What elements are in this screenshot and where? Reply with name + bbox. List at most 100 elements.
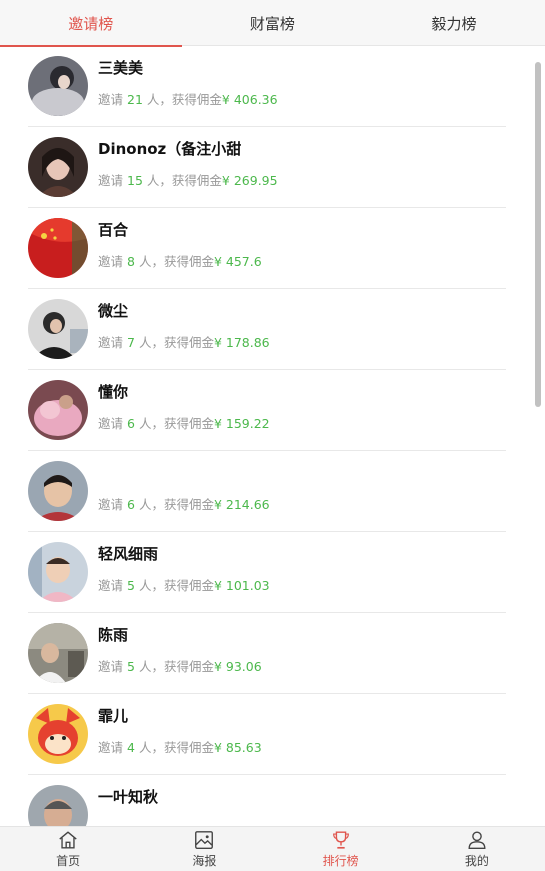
- invite-prefix: 邀请: [98, 416, 124, 431]
- invite-stats: 邀请 5 人，获得佣金¥ 93.06: [98, 656, 262, 675]
- ranking-row[interactable]: 轻风细雨 邀请 5 人，获得佣金¥ 101.03: [28, 532, 506, 613]
- user-photo-avatar: [28, 218, 88, 278]
- people-suffix: 人，获得佣金: [138, 659, 214, 674]
- invite-count: 21: [127, 92, 143, 107]
- user-photo-avatar: [28, 704, 88, 764]
- invite-count: 5: [127, 659, 135, 674]
- invite-prefix: 邀请: [98, 659, 124, 674]
- user-name: 微尘: [98, 302, 129, 320]
- commission-amount: 457.6: [225, 254, 262, 269]
- nav-home-label: 首页: [56, 854, 81, 868]
- invite-stats: 邀请 5 人，获得佣金¥ 101.03: [98, 575, 270, 594]
- invite-count: 6: [127, 416, 135, 431]
- people-suffix: 人，获得佣金: [138, 335, 214, 350]
- commission-amount: 214.66: [225, 497, 270, 512]
- invite-count: 5: [127, 578, 135, 593]
- invite-prefix: 邀请: [98, 497, 124, 512]
- invite-prefix: 邀请: [98, 92, 124, 107]
- currency-symbol: ¥: [213, 659, 222, 674]
- list-scrollbar-thumb[interactable]: [535, 62, 541, 407]
- user-name: 百合: [98, 221, 129, 239]
- commission-amount: 85.63: [225, 740, 262, 755]
- ranking-tabs: 邀请榜 财富榜 毅力榜: [0, 0, 545, 47]
- invite-prefix: 邀请: [98, 335, 124, 350]
- user-name: 霏儿: [98, 707, 129, 725]
- user-photo-avatar: [28, 785, 88, 826]
- ranking-row[interactable]: 微尘 邀请 7 人，获得佣金¥ 178.86: [28, 289, 506, 370]
- invite-prefix: 邀请: [98, 578, 124, 593]
- people-suffix: 人，获得佣金: [146, 92, 222, 107]
- ranking-list[interactable]: 三美美 邀请 21 人，获得佣金¥ 406.36 Dinonoz（备注小甜 邀请…: [0, 46, 545, 826]
- commission-amount: 159.22: [225, 416, 270, 431]
- people-suffix: 人，获得佣金: [138, 416, 214, 431]
- ranking-row[interactable]: 懂你 邀请 6 人，获得佣金¥ 159.22: [28, 370, 506, 451]
- commission-amount: 93.06: [225, 659, 262, 674]
- commission-amount: 178.86: [225, 335, 270, 350]
- currency-symbol: ¥: [221, 173, 230, 188]
- invite-stats: 邀请 7 人，获得佣金¥ 178.86: [98, 332, 270, 351]
- user-name: 一叶知秋: [98, 788, 159, 806]
- invite-count: 4: [127, 740, 135, 755]
- ranking-row[interactable]: 三美美 邀请 21 人，获得佣金¥ 406.36: [28, 46, 506, 127]
- invite-stats: 邀请 6 人，获得佣金¥ 159.22: [98, 413, 270, 432]
- user-photo-avatar: [28, 542, 88, 602]
- invite-stats: 邀请 8 人，获得佣金¥ 457.6: [98, 251, 262, 270]
- people-suffix: 人，获得佣金: [146, 173, 222, 188]
- user-photo-avatar: [28, 299, 88, 359]
- user-photo-avatar: [28, 56, 88, 116]
- user-name: 陈雨: [98, 626, 129, 644]
- invite-count: 15: [127, 173, 143, 188]
- people-suffix: 人，获得佣金: [138, 740, 214, 755]
- trophy-icon: [332, 831, 349, 849]
- tab-wealth-ranking[interactable]: 财富榜: [182, 0, 364, 46]
- commission-amount: 269.95: [233, 173, 278, 188]
- user-photo-avatar: [28, 461, 88, 521]
- commission-amount: 101.03: [225, 578, 270, 593]
- invite-count: 7: [127, 335, 135, 350]
- home-icon: [59, 831, 77, 849]
- ranking-row[interactable]: 陈雨 邀请 5 人，获得佣金¥ 93.06: [28, 613, 506, 694]
- commission-amount: 406.36: [233, 92, 278, 107]
- currency-symbol: ¥: [221, 92, 230, 107]
- person-icon: [468, 831, 486, 849]
- nav-home[interactable]: 首页: [0, 827, 136, 871]
- invite-count: 6: [127, 497, 135, 512]
- invite-prefix: 邀请: [98, 254, 124, 269]
- invite-prefix: 邀请: [98, 173, 124, 188]
- invite-count: 8: [127, 254, 135, 269]
- user-name: 三美美: [98, 59, 144, 77]
- ranking-row[interactable]: Dinonoz（备注小甜 邀请 15 人，获得佣金¥ 269.95: [28, 127, 506, 208]
- user-photo-avatar: [28, 380, 88, 440]
- nav-ranking-label: 排行榜: [322, 854, 359, 868]
- invite-stats: 邀请 21 人，获得佣金¥ 406.36: [98, 89, 278, 108]
- invite-stats: 邀请 15 人，获得佣金¥ 269.95: [98, 170, 278, 189]
- nav-poster[interactable]: 海报: [136, 827, 272, 871]
- tab-invite-ranking[interactable]: 邀请榜: [0, 0, 182, 47]
- user-name: 轻风细雨: [98, 545, 159, 563]
- nav-mine-label: 我的: [464, 854, 489, 868]
- user-name: Dinonoz（备注小甜: [98, 140, 242, 158]
- user-photo-avatar: [28, 623, 88, 683]
- currency-symbol: ¥: [213, 497, 222, 512]
- nav-mine[interactable]: 我的: [409, 827, 545, 871]
- currency-symbol: ¥: [213, 335, 222, 350]
- ranking-row[interactable]: 一叶知秋: [28, 775, 506, 826]
- poster-icon: [195, 831, 214, 849]
- tab-persistence-ranking[interactable]: 毅力榜: [363, 0, 545, 46]
- people-suffix: 人，获得佣金: [138, 254, 214, 269]
- invite-stats: 邀请 4 人，获得佣金¥ 85.63: [98, 737, 262, 756]
- currency-symbol: ¥: [213, 740, 222, 755]
- ranking-row[interactable]: 霏儿 邀请 4 人，获得佣金¥ 85.63: [28, 694, 506, 775]
- people-suffix: 人，获得佣金: [138, 578, 214, 593]
- invite-stats: 邀请 6 人，获得佣金¥ 214.66: [98, 494, 270, 513]
- user-photo-avatar: [28, 137, 88, 197]
- people-suffix: 人，获得佣金: [138, 497, 214, 512]
- currency-symbol: ¥: [213, 254, 222, 269]
- nav-poster-label: 海报: [192, 854, 217, 868]
- ranking-row[interactable]: 邀请 6 人，获得佣金¥ 214.66: [28, 451, 506, 532]
- currency-symbol: ¥: [213, 578, 222, 593]
- nav-ranking[interactable]: 排行榜: [273, 827, 409, 871]
- invite-prefix: 邀请: [98, 740, 124, 755]
- bottom-navigation: 首页 海报 排行榜 我的: [0, 826, 545, 871]
- ranking-row[interactable]: 百合 邀请 8 人，获得佣金¥ 457.6: [28, 208, 506, 289]
